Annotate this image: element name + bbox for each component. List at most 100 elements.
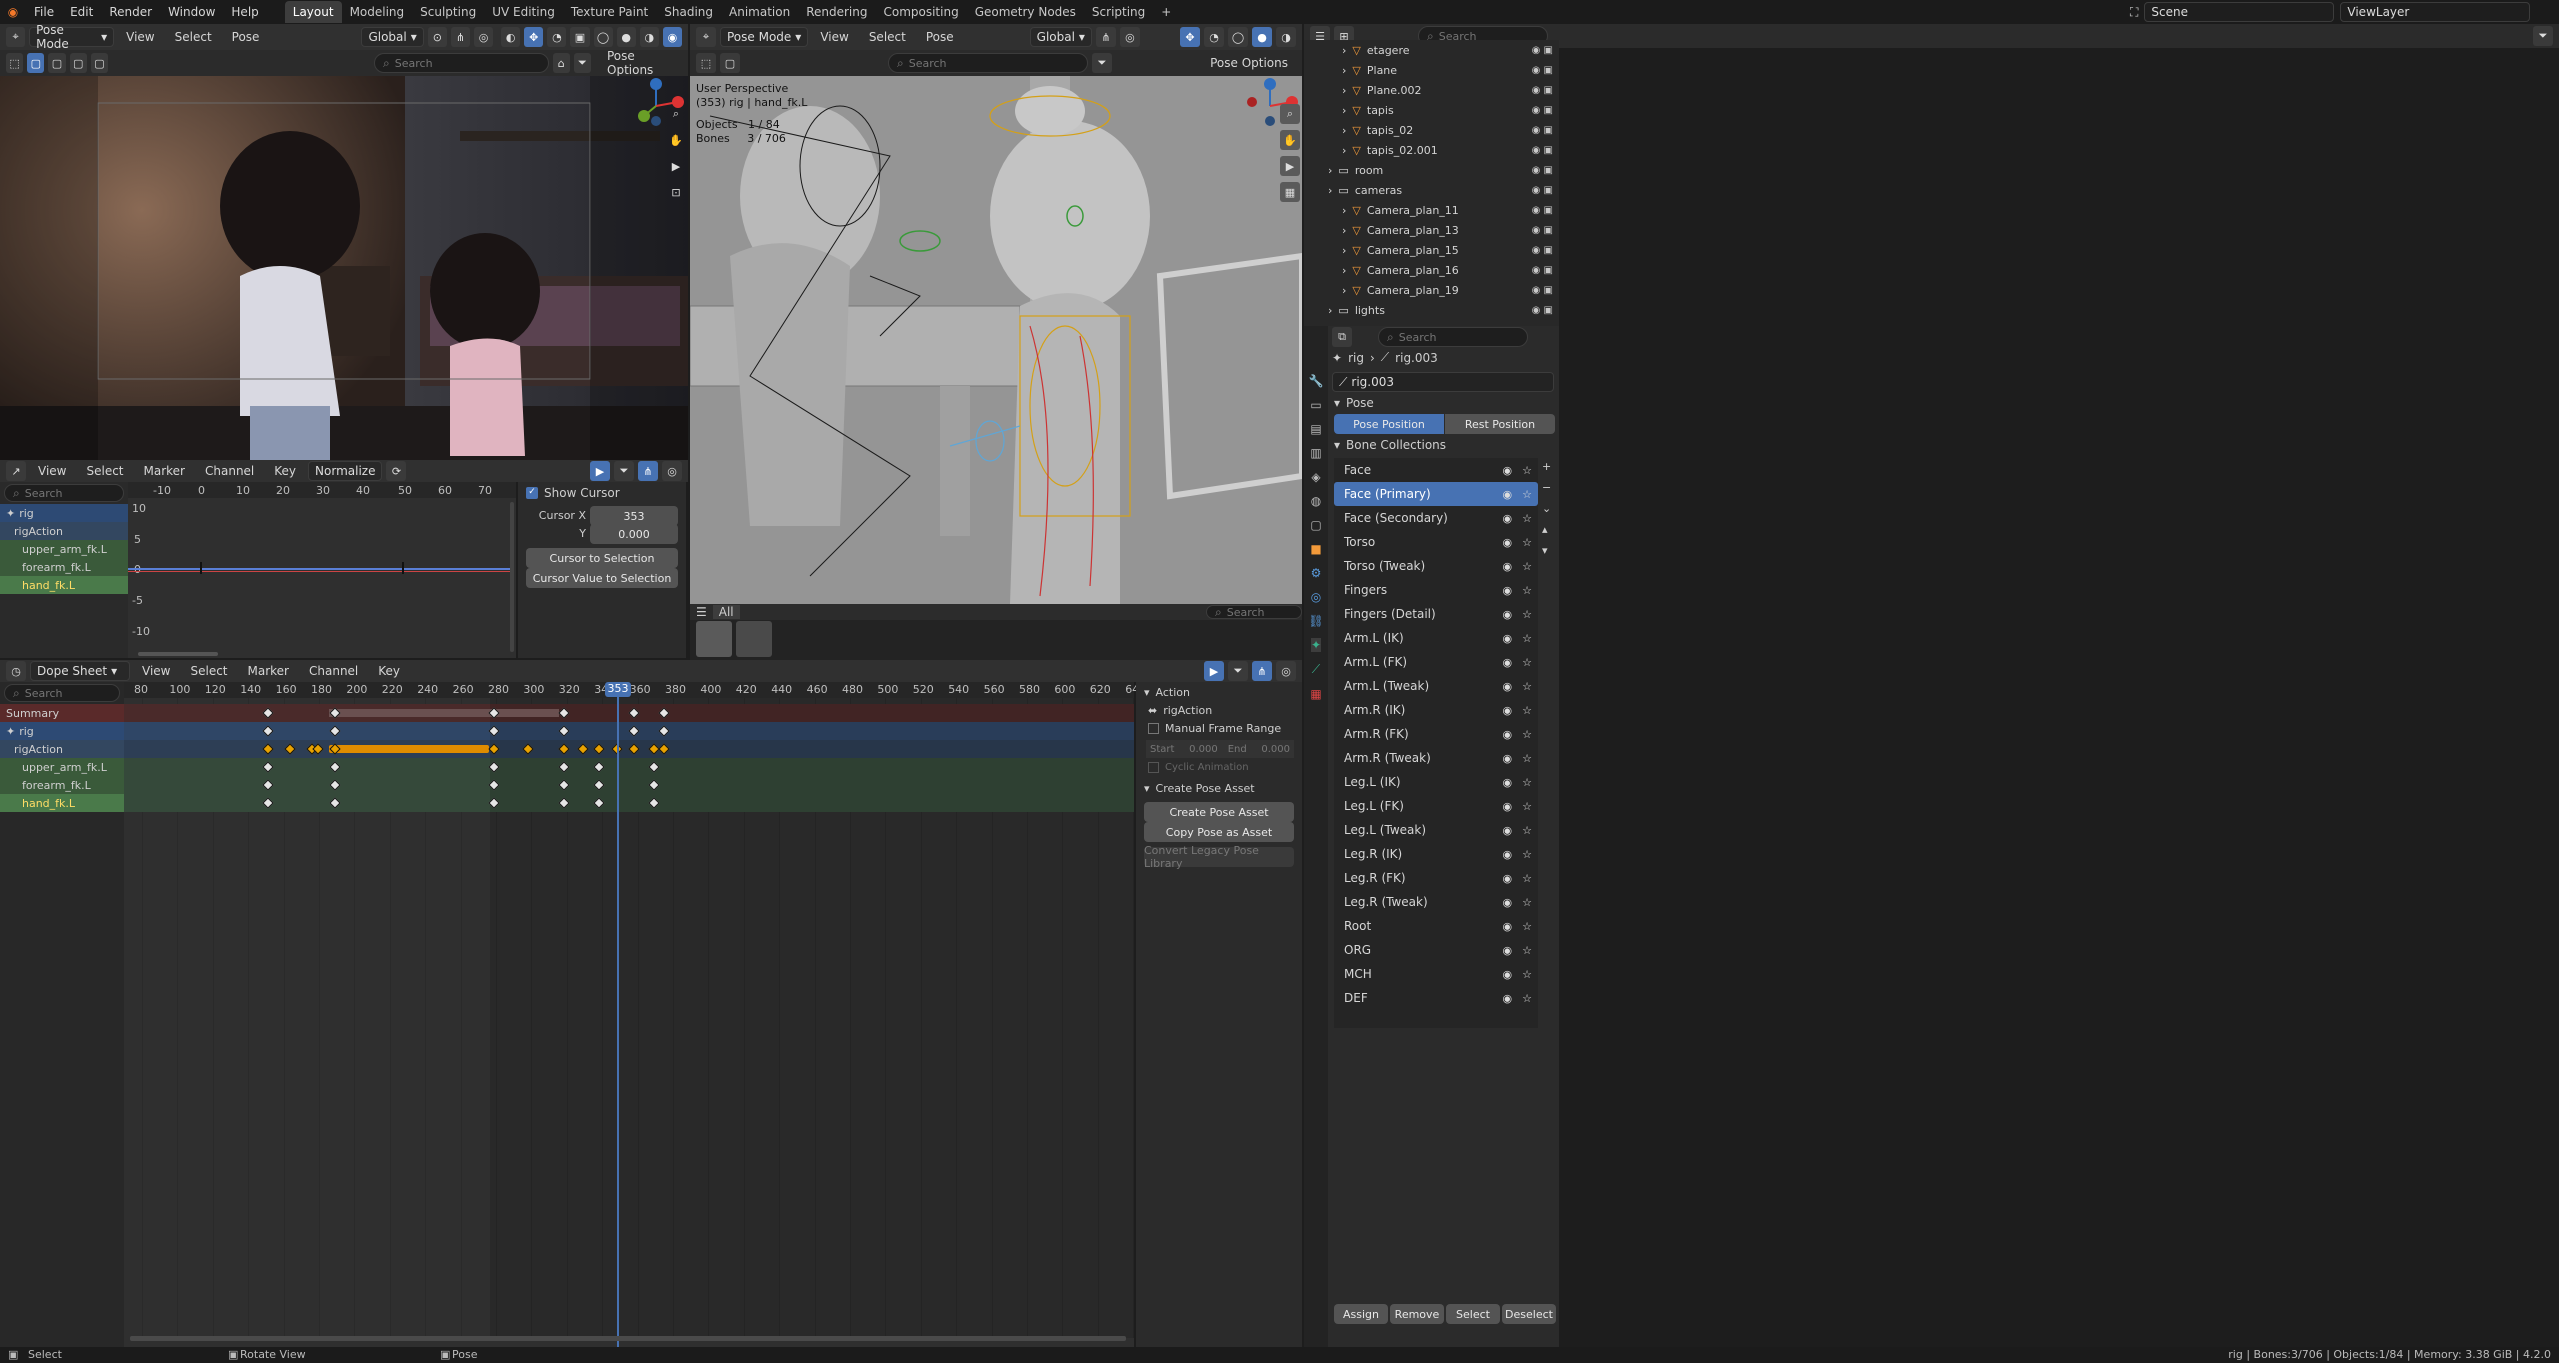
dope-menu-key[interactable]: Key — [370, 660, 408, 682]
visibility-toggles[interactable]: ◉ ▣ — [1532, 305, 1553, 316]
collapse-icon[interactable]: ▾ — [1334, 396, 1340, 410]
orientation-dropdown[interactable]: Global ▾ — [1029, 27, 1092, 47]
editor-type-icon[interactable]: ⌖ — [6, 27, 26, 47]
bone-collection-item[interactable]: ORG ◉ ☆ — [1334, 938, 1538, 962]
editor-type-icon[interactable]: ↗ — [6, 461, 26, 481]
eye-icon[interactable]: ◉ — [1503, 848, 1513, 861]
mode-dropdown[interactable]: Pose Mode ▾ — [29, 23, 115, 51]
tab-geometry-nodes[interactable]: Geometry Nodes — [967, 1, 1084, 23]
star-icon[interactable]: ☆ — [1522, 968, 1532, 981]
channel-upper-arm[interactable]: upper_arm_fk.L — [0, 540, 128, 558]
outliner-row-camera-plan-19[interactable]: › ▽ Camera_plan_19 ◉ ▣ — [1304, 280, 1559, 300]
eye-icon[interactable]: ◉ — [1503, 752, 1513, 765]
star-icon[interactable]: ☆ — [1522, 848, 1532, 861]
graph-menu-key[interactable]: Key — [266, 460, 304, 482]
collapse-icon[interactable]: ▾ — [1144, 686, 1150, 699]
outliner-row-tapis[interactable]: › ▽ tapis ◉ ▣ — [1304, 100, 1559, 120]
channel-forearm[interactable]: forearm_fk.L — [0, 776, 124, 794]
orientation-dropdown[interactable]: Global ▾ — [361, 27, 424, 47]
remove-button[interactable]: Remove — [1390, 1304, 1444, 1324]
eye-icon[interactable]: ◉ — [1503, 944, 1513, 957]
output-icon[interactable]: ▤ — [1310, 422, 1321, 436]
tool-icon[interactable]: 🔧 — [1309, 374, 1324, 388]
eye-icon[interactable]: ◉ — [1503, 608, 1513, 621]
select-mode-new-icon[interactable]: ▢ — [27, 53, 45, 73]
outliner-row-plane-002[interactable]: › ▽ Plane.002 ◉ ▣ — [1304, 80, 1559, 100]
visibility-toggles[interactable]: ◉ ▣ — [1532, 105, 1553, 116]
channel-forearm[interactable]: forearm_fk.L — [0, 558, 128, 576]
snap-icon[interactable]: ⋔ — [638, 461, 658, 481]
pan-hand-icon[interactable]: ✋ — [666, 130, 686, 150]
bone-collection-item[interactable]: DEF ◉ ☆ — [1334, 986, 1538, 1010]
expand-icon[interactable]: › — [1342, 144, 1346, 157]
select-mode-extend-icon[interactable]: ▢ — [48, 53, 66, 73]
outliner-row-camera-plan-16[interactable]: › ▽ Camera_plan_16 ◉ ▣ — [1304, 260, 1559, 280]
tab-sculpting[interactable]: Sculpting — [412, 1, 484, 23]
move-down-icon[interactable]: ▾ — [1542, 544, 1551, 557]
outliner-row-tapis-02-001[interactable]: › ▽ tapis_02.001 ◉ ▣ — [1304, 140, 1559, 160]
bone-collection-item[interactable]: Arm.L (IK) ◉ ☆ — [1334, 626, 1538, 650]
channel-hand[interactable]: hand_fk.L — [0, 576, 128, 594]
bone-collection-item[interactable]: Arm.L (FK) ◉ ☆ — [1334, 650, 1538, 674]
cursor-value-to-selection-button[interactable]: Cursor Value to Selection — [526, 568, 678, 588]
dopesheet-mode-dropdown[interactable]: Dope Sheet ▾ — [30, 661, 130, 681]
dope-search[interactable]: ⌕ — [4, 684, 120, 702]
dope-scrollbar-h[interactable] — [130, 1336, 1126, 1341]
end-field[interactable]: 0.000 — [1251, 744, 1290, 755]
star-icon[interactable]: ☆ — [1522, 800, 1532, 813]
eye-icon[interactable]: ◉ — [1503, 656, 1513, 669]
star-icon[interactable]: ☆ — [1522, 680, 1532, 693]
visibility-toggles[interactable]: ◉ ▣ — [1532, 165, 1553, 176]
shading-wire-icon[interactable]: ◯ — [1228, 27, 1248, 47]
eye-icon[interactable]: ◉ — [1503, 992, 1513, 1005]
current-frame-indicator[interactable]: 353 — [605, 682, 631, 697]
constraint-icon[interactable]: ⛓ — [1308, 614, 1323, 628]
editor-type-icon[interactable]: ⌖ — [696, 27, 716, 47]
select-box-icon[interactable]: ⬚ — [6, 53, 24, 73]
star-icon[interactable]: ☆ — [1522, 632, 1532, 645]
select-mode-invert-icon[interactable]: ▢ — [90, 53, 109, 73]
visibility-toggles[interactable]: ◉ ▣ — [1532, 85, 1553, 96]
asset-search[interactable]: ⌕ — [1206, 605, 1302, 619]
refresh-icon[interactable]: ⟳ — [386, 461, 407, 481]
star-icon[interactable]: ☆ — [1522, 944, 1532, 957]
shading-material-icon[interactable]: ◑ — [1276, 27, 1296, 47]
playhead[interactable] — [617, 682, 619, 1347]
graph-menu-marker[interactable]: Marker — [136, 460, 193, 482]
vp2-menu-select[interactable]: Select — [861, 26, 914, 48]
eye-icon[interactable]: ◉ — [1503, 536, 1513, 549]
eye-icon[interactable]: ◉ — [1503, 488, 1513, 501]
zoom-icon[interactable]: ⌕ — [666, 104, 686, 124]
tab-rendering[interactable]: Rendering — [798, 1, 875, 23]
star-icon[interactable]: ☆ — [1522, 560, 1532, 573]
star-icon[interactable]: ☆ — [1522, 704, 1532, 717]
expand-icon[interactable]: › — [1342, 104, 1346, 117]
bone-collection-item[interactable]: Arm.R (Tweak) ◉ ☆ — [1334, 746, 1538, 770]
tab-layout[interactable]: Layout — [284, 1, 342, 23]
bone-icon[interactable]: ⟋ — [1312, 662, 1320, 677]
show-cursor-checkbox[interactable]: ✓ — [526, 487, 538, 499]
star-icon[interactable]: ☆ — [1522, 920, 1532, 933]
view-layer-icon[interactable]: ▥ — [1310, 446, 1321, 460]
vp2-pose-options[interactable]: Pose Options — [1202, 52, 1296, 74]
menu-help[interactable]: Help — [223, 1, 266, 23]
visibility-toggles[interactable]: ◉ ▣ — [1532, 125, 1553, 136]
create-pose-asset-button[interactable]: Create Pose Asset — [1144, 802, 1294, 822]
outliner-row-camera-plan-13[interactable]: › ▽ Camera_plan_13 ◉ ▣ — [1304, 220, 1559, 240]
vp1-search[interactable]: ⌕ — [374, 53, 549, 73]
only-selected-icon[interactable]: ▶ — [1204, 661, 1224, 681]
star-icon[interactable]: ☆ — [1522, 536, 1532, 549]
menu-edit[interactable]: Edit — [62, 1, 101, 23]
keyframe-marker[interactable] — [200, 562, 202, 574]
proportional-icon[interactable]: ◎ — [1119, 27, 1140, 47]
star-icon[interactable]: ☆ — [1522, 656, 1532, 669]
shading-solid-icon[interactable]: ● — [1252, 27, 1272, 47]
expand-icon[interactable]: › — [1342, 244, 1346, 257]
vp1-menu-select[interactable]: Select — [167, 26, 220, 48]
channel-hand[interactable]: hand_fk.L — [0, 794, 124, 812]
move-up-icon[interactable]: ▴ — [1542, 523, 1551, 536]
visibility-toggles[interactable]: ◉ ▣ — [1532, 205, 1553, 216]
xray-icon[interactable]: ▣ — [570, 27, 590, 47]
solid-viewport[interactable]: User Perspective (353) rig | hand_fk.L O… — [690, 76, 1302, 604]
only-selected-icon[interactable]: ▶ — [590, 461, 610, 481]
